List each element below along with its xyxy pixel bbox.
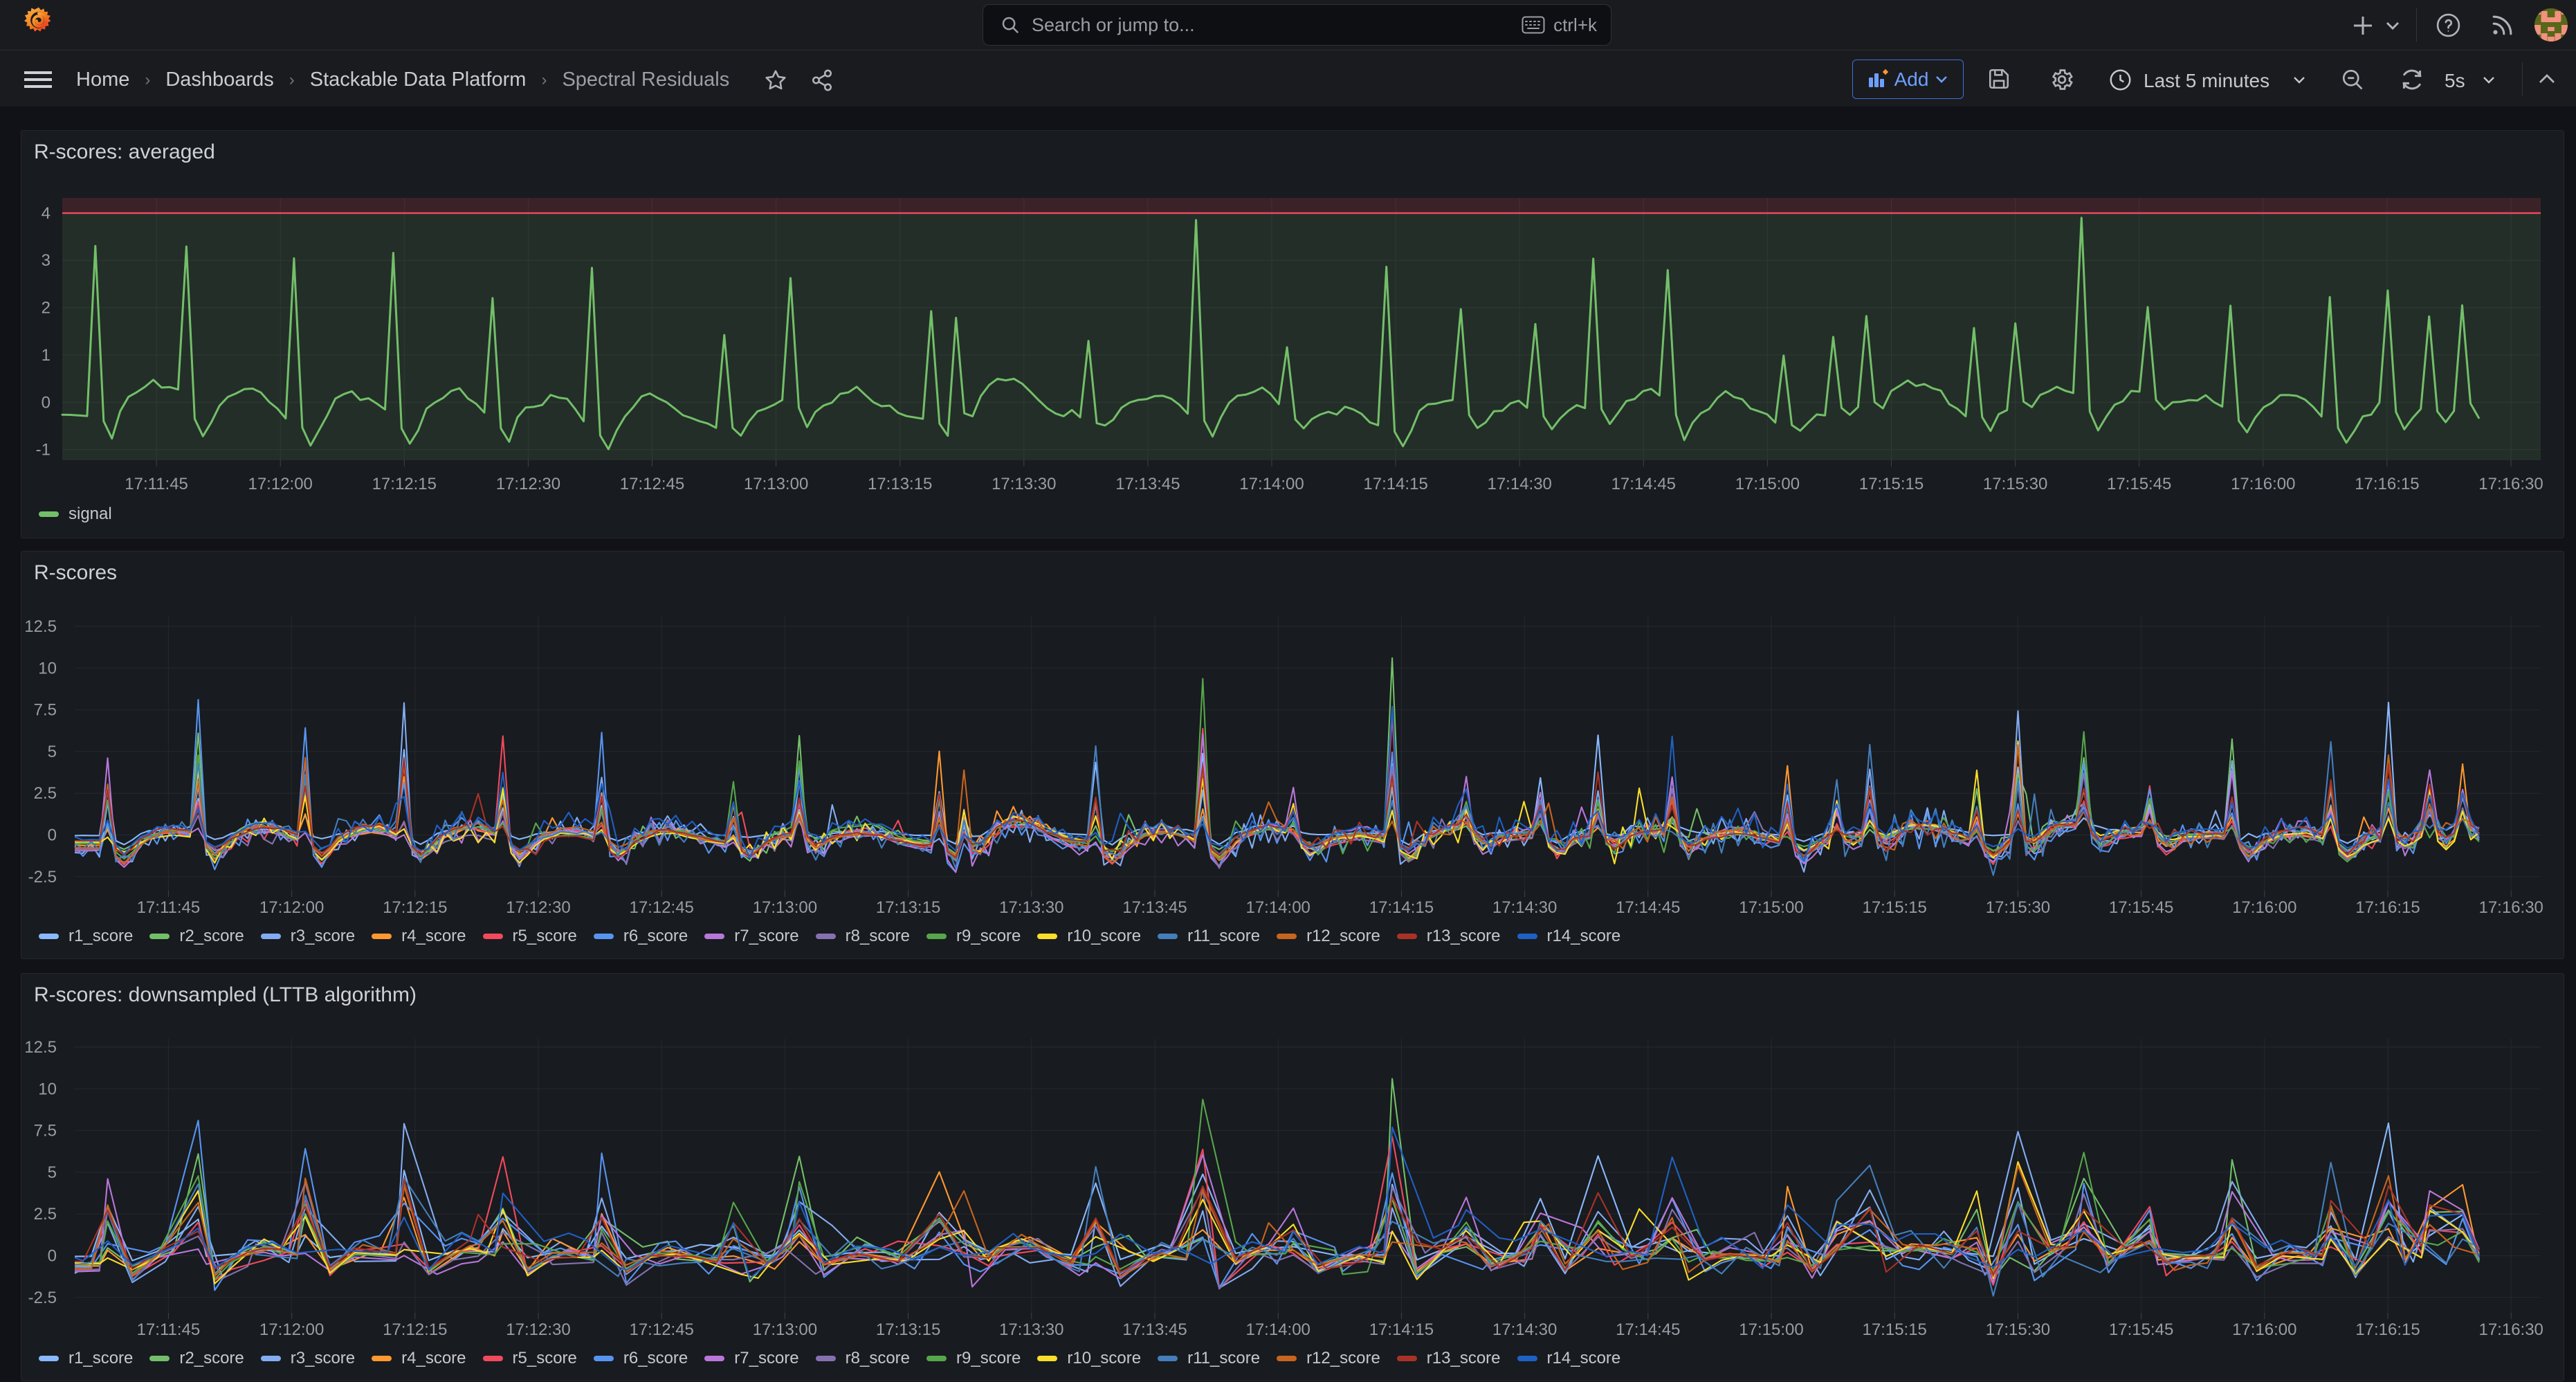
svg-text:17:13:15: 17:13:15 bbox=[868, 475, 932, 493]
svg-text:17:14:30: 17:14:30 bbox=[1492, 1320, 1557, 1339]
svg-text:17:11:45: 17:11:45 bbox=[137, 898, 201, 917]
svg-text:17:16:30: 17:16:30 bbox=[2478, 1320, 2543, 1339]
svg-text:17:15:45: 17:15:45 bbox=[2107, 475, 2171, 493]
svg-text:17:13:00: 17:13:00 bbox=[753, 1320, 817, 1339]
svg-text:17:12:45: 17:12:45 bbox=[620, 475, 684, 493]
svg-text:-2.5: -2.5 bbox=[28, 868, 57, 887]
svg-text:2.5: 2.5 bbox=[34, 1205, 57, 1224]
svg-text:17:12:30: 17:12:30 bbox=[496, 475, 560, 493]
svg-text:17:13:45: 17:13:45 bbox=[1122, 898, 1187, 917]
svg-text:17:15:45: 17:15:45 bbox=[2109, 898, 2173, 917]
svg-text:17:11:45: 17:11:45 bbox=[125, 475, 188, 493]
svg-text:17:13:00: 17:13:00 bbox=[753, 898, 817, 917]
svg-text:17:13:15: 17:13:15 bbox=[876, 1320, 940, 1339]
svg-text:17:13:00: 17:13:00 bbox=[744, 475, 808, 493]
svg-text:17:14:00: 17:14:00 bbox=[1245, 898, 1310, 917]
svg-text:-1: -1 bbox=[36, 441, 51, 460]
svg-text:17:13:30: 17:13:30 bbox=[999, 1320, 1063, 1339]
svg-text:5: 5 bbox=[48, 743, 57, 761]
svg-text:17:16:15: 17:16:15 bbox=[2355, 1320, 2420, 1339]
svg-text:10: 10 bbox=[38, 1080, 57, 1098]
svg-text:0: 0 bbox=[42, 393, 51, 412]
svg-text:0: 0 bbox=[48, 826, 57, 845]
svg-text:17:14:15: 17:14:15 bbox=[1363, 475, 1427, 493]
svg-text:17:16:15: 17:16:15 bbox=[2355, 475, 2419, 493]
svg-text:5: 5 bbox=[48, 1163, 57, 1182]
svg-text:17:11:45: 17:11:45 bbox=[137, 1320, 201, 1339]
svg-text:12.5: 12.5 bbox=[24, 1038, 57, 1057]
svg-text:17:15:30: 17:15:30 bbox=[1983, 475, 2047, 493]
svg-text:17:12:00: 17:12:00 bbox=[259, 898, 324, 917]
svg-text:17:16:00: 17:16:00 bbox=[2231, 475, 2295, 493]
svg-text:7.5: 7.5 bbox=[34, 1122, 57, 1140]
svg-text:17:15:30: 17:15:30 bbox=[1986, 1320, 2050, 1339]
svg-text:17:13:30: 17:13:30 bbox=[992, 475, 1056, 493]
svg-text:17:13:15: 17:13:15 bbox=[876, 898, 940, 917]
svg-text:17:16:15: 17:16:15 bbox=[2355, 898, 2420, 917]
svg-text:17:12:00: 17:12:00 bbox=[248, 475, 312, 493]
svg-text:3: 3 bbox=[42, 251, 51, 270]
svg-text:17:13:30: 17:13:30 bbox=[999, 898, 1063, 917]
svg-text:17:12:15: 17:12:15 bbox=[383, 898, 447, 917]
svg-text:4: 4 bbox=[42, 204, 51, 223]
svg-text:17:13:45: 17:13:45 bbox=[1115, 475, 1180, 493]
svg-text:17:15:15: 17:15:15 bbox=[1859, 475, 1924, 493]
svg-text:17:14:45: 17:14:45 bbox=[1616, 898, 1680, 917]
svg-text:17:12:00: 17:12:00 bbox=[259, 1320, 324, 1339]
svg-text:17:16:00: 17:16:00 bbox=[2232, 898, 2296, 917]
svg-text:17:15:15: 17:15:15 bbox=[1862, 898, 1926, 917]
svg-text:17:14:45: 17:14:45 bbox=[1616, 1320, 1680, 1339]
svg-text:17:14:00: 17:14:00 bbox=[1239, 475, 1304, 493]
svg-text:17:14:15: 17:14:15 bbox=[1369, 898, 1434, 917]
svg-text:17:16:30: 17:16:30 bbox=[2478, 898, 2543, 917]
svg-text:12.5: 12.5 bbox=[24, 617, 57, 636]
svg-text:17:15:00: 17:15:00 bbox=[1739, 1320, 1803, 1339]
svg-text:17:12:30: 17:12:30 bbox=[506, 1320, 570, 1339]
svg-text:17:15:00: 17:15:00 bbox=[1739, 898, 1803, 917]
svg-text:17:14:00: 17:14:00 bbox=[1245, 1320, 1310, 1339]
svg-text:2.5: 2.5 bbox=[34, 784, 57, 803]
svg-text:17:12:45: 17:12:45 bbox=[629, 1320, 693, 1339]
svg-text:17:14:30: 17:14:30 bbox=[1487, 475, 1551, 493]
svg-text:0: 0 bbox=[48, 1247, 57, 1266]
svg-text:17:15:00: 17:15:00 bbox=[1735, 475, 1800, 493]
svg-text:17:14:15: 17:14:15 bbox=[1369, 1320, 1434, 1339]
svg-text:17:13:45: 17:13:45 bbox=[1122, 1320, 1187, 1339]
svg-text:7.5: 7.5 bbox=[34, 701, 57, 720]
svg-text:17:12:45: 17:12:45 bbox=[629, 898, 693, 917]
svg-text:17:15:30: 17:15:30 bbox=[1986, 898, 2050, 917]
svg-text:17:15:45: 17:15:45 bbox=[2109, 1320, 2173, 1339]
svg-text:-2.5: -2.5 bbox=[28, 1289, 57, 1307]
svg-text:2: 2 bbox=[42, 299, 51, 318]
svg-text:17:12:30: 17:12:30 bbox=[506, 898, 570, 917]
svg-text:17:12:15: 17:12:15 bbox=[372, 475, 437, 493]
svg-text:1: 1 bbox=[42, 346, 51, 365]
svg-text:17:16:30: 17:16:30 bbox=[2478, 475, 2543, 493]
svg-text:17:14:30: 17:14:30 bbox=[1492, 898, 1557, 917]
svg-text:10: 10 bbox=[38, 659, 57, 678]
svg-text:17:16:00: 17:16:00 bbox=[2232, 1320, 2296, 1339]
svg-text:17:14:45: 17:14:45 bbox=[1611, 475, 1676, 493]
svg-text:17:15:15: 17:15:15 bbox=[1862, 1320, 1926, 1339]
svg-text:17:12:15: 17:12:15 bbox=[383, 1320, 447, 1339]
